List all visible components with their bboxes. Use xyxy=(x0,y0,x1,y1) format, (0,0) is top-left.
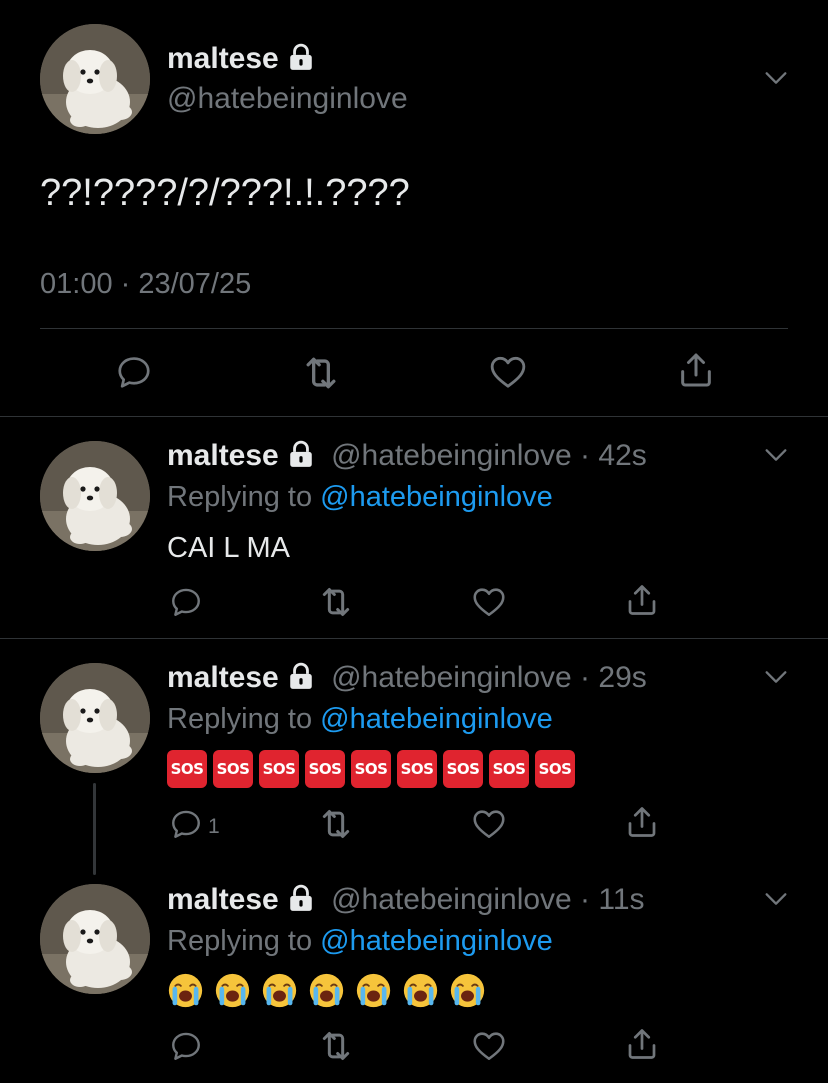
reply-icon[interactable] xyxy=(169,585,203,619)
divider xyxy=(0,638,828,639)
author-name-text: maltese xyxy=(167,661,279,694)
sos-emoji: SOS xyxy=(443,750,483,788)
like-icon[interactable] xyxy=(471,1028,507,1064)
reply-icon[interactable] xyxy=(115,353,153,391)
share-icon[interactable] xyxy=(676,350,716,390)
avatar[interactable] xyxy=(40,663,150,773)
loudly-crying-face-emoji xyxy=(261,972,298,1009)
reply-count: 1 xyxy=(208,815,220,838)
reply-icon[interactable] xyxy=(169,807,203,841)
loudly-crying-face-emoji xyxy=(167,972,204,1009)
retweet-icon[interactable] xyxy=(299,351,343,395)
tweet-meta[interactable]: @hatebeinginlove · 11s xyxy=(331,883,644,916)
replying-to: Replying to @hatebeinginlove xyxy=(167,481,553,514)
chevron-down-icon[interactable] xyxy=(762,885,790,913)
replying-to-link[interactable]: @hatebeinginlove xyxy=(320,703,553,735)
sos-emoji: SOS xyxy=(213,750,253,788)
avatar[interactable] xyxy=(40,441,150,551)
retweet-icon[interactable] xyxy=(316,582,356,622)
author-handle[interactable]: @hatebeinginlove xyxy=(167,82,408,116)
emoji-row: SOS SOS SOS SOS SOS SOS SOS SOS SOS xyxy=(167,750,581,788)
chevron-down-icon[interactable] xyxy=(762,663,790,691)
tweet-text: CAI L MA xyxy=(167,532,291,564)
share-icon[interactable] xyxy=(624,1026,660,1062)
chevron-down-icon[interactable] xyxy=(762,441,790,469)
replying-prefix: Replying to xyxy=(167,481,321,513)
tweet-timestamp[interactable]: 01:00 · 23/07/25 xyxy=(40,268,251,301)
emoji-row xyxy=(167,972,496,1009)
author-name-text: maltese xyxy=(167,883,279,916)
sos-emoji: SOS xyxy=(305,750,345,788)
sos-emoji: SOS xyxy=(167,750,207,788)
divider xyxy=(40,328,788,329)
tweet-text: ??!????/?/???!.!.???? xyxy=(40,172,410,214)
author-name-text: maltese xyxy=(167,42,279,75)
sos-emoji: SOS xyxy=(397,750,437,788)
replying-prefix: Replying to xyxy=(167,925,321,957)
replying-to-link[interactable]: @hatebeinginlove xyxy=(320,481,553,513)
avatar[interactable] xyxy=(40,24,150,134)
tweet-meta[interactable]: @hatebeinginlove · 29s xyxy=(331,661,647,694)
share-icon[interactable] xyxy=(624,804,660,840)
avatar[interactable] xyxy=(40,884,150,994)
lock-icon xyxy=(287,43,315,71)
loudly-crying-face-emoji xyxy=(214,972,251,1009)
divider xyxy=(0,416,828,417)
lock-icon xyxy=(287,662,315,690)
author-name-text: maltese xyxy=(167,439,279,472)
lock-icon xyxy=(287,440,315,468)
lock-icon xyxy=(287,884,315,912)
replying-prefix: Replying to xyxy=(167,703,321,735)
replying-to-link[interactable]: @hatebeinginlove xyxy=(320,925,553,957)
sos-emoji: SOS xyxy=(351,750,391,788)
chevron-down-icon[interactable] xyxy=(762,64,790,92)
author-name[interactable]: maltese @hatebeinginlove · 42s xyxy=(167,439,647,473)
like-icon[interactable] xyxy=(488,352,528,392)
author-name[interactable]: maltese @hatebeinginlove · 11s xyxy=(167,883,645,917)
reply-icon[interactable] xyxy=(169,1029,203,1063)
loudly-crying-face-emoji xyxy=(355,972,392,1009)
sos-emoji: SOS xyxy=(259,750,299,788)
tweet-meta[interactable]: @hatebeinginlove · 42s xyxy=(331,439,647,472)
author-name[interactable]: maltese @hatebeinginlove · 29s xyxy=(167,661,647,695)
retweet-icon[interactable] xyxy=(316,1026,356,1066)
sos-emoji: SOS xyxy=(489,750,529,788)
like-icon[interactable] xyxy=(471,806,507,842)
author-name[interactable]: maltese xyxy=(167,42,315,76)
sos-emoji: SOS xyxy=(535,750,575,788)
loudly-crying-face-emoji xyxy=(402,972,439,1009)
loudly-crying-face-emoji xyxy=(308,972,345,1009)
replying-to: Replying to @hatebeinginlove xyxy=(167,703,553,736)
thread-line xyxy=(93,783,96,875)
loudly-crying-face-emoji xyxy=(449,972,486,1009)
like-icon[interactable] xyxy=(471,584,507,620)
retweet-icon[interactable] xyxy=(316,804,356,844)
replying-to: Replying to @hatebeinginlove xyxy=(167,925,553,958)
share-icon[interactable] xyxy=(624,582,660,618)
